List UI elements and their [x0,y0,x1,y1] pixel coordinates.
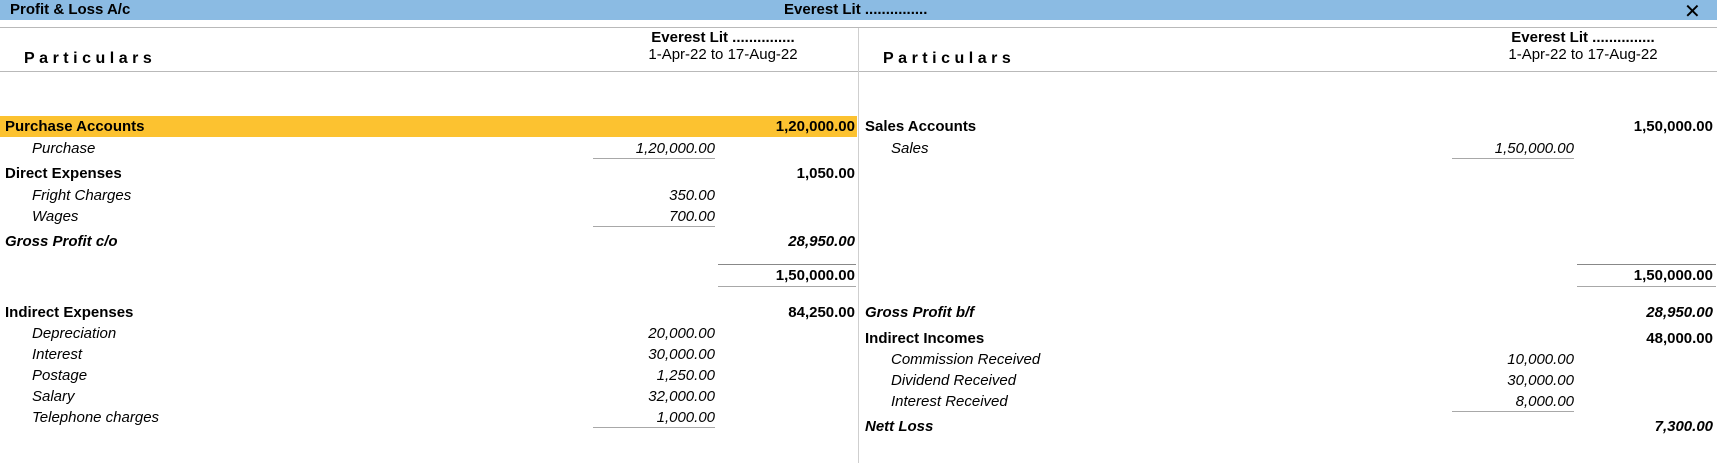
indirect-incomes-label[interactable]: Indirect Incomes [865,330,984,347]
gross-profit-bf-label[interactable]: Gross Profit b/f [865,304,974,321]
indirect-expense-label[interactable]: Postage [32,367,87,384]
indirect-income-label[interactable]: Interest Received [891,393,1008,410]
sales-amount: 1,50,000.00 [1494,140,1574,157]
nett-loss-total: 7,300.00 [1654,418,1713,435]
indirect-income-label[interactable]: Commission Received [891,351,1040,368]
nett-loss-label[interactable]: Nett Loss [865,418,933,435]
right-column-header: Everest Lit ............... 1-Apr-22 to … [1490,29,1676,63]
indirect-incomes-underline [1452,411,1574,412]
purchase-accounts-label[interactable]: Purchase Accounts [5,118,145,135]
direct-expenses-underline [593,226,715,227]
left-period: 1-Apr-22 to 17-Aug-22 [648,46,798,63]
left-column-header: Everest Lit ............... 1-Apr-22 to … [630,29,816,63]
purchase-amount: 1,20,000.00 [635,140,715,157]
left-subtotal: 1,50,000.00 [775,267,855,284]
fright-charges-amount: 350.00 [669,187,715,204]
indirect-expense-amount: 1,000.00 [656,409,715,426]
indirect-income-amount: 8,000.00 [1515,393,1574,410]
left-subtotal-underline [718,286,856,287]
indirect-expense-amount: 1,250.00 [656,367,715,384]
indirect-expenses-total: 84,250.00 [788,304,855,321]
purchase-label[interactable]: Purchase [32,140,95,157]
purchase-accounts-total: 1,20,000.00 [775,118,855,135]
right-subtotal-underline [1577,286,1716,287]
window-title: Profit & Loss A/c [10,1,131,18]
indirect-income-label[interactable]: Dividend Received [891,372,1016,389]
right-subtotal: 1,50,000.00 [1633,267,1713,284]
purchase-underline [593,158,715,159]
indirect-income-amount: 10,000.00 [1507,351,1574,368]
gross-profit-co-label[interactable]: Gross Profit c/o [5,233,118,250]
left-particulars-header: Particulars [24,50,157,67]
wages-amount: 700.00 [669,208,715,225]
indirect-expenses-label[interactable]: Indirect Expenses [5,304,133,321]
sales-accounts-total: 1,50,000.00 [1633,118,1713,135]
sales-label[interactable]: Sales [891,140,929,157]
right-subtotal-line [1577,264,1716,265]
center-divider [858,28,859,463]
fright-charges-label[interactable]: Fright Charges [32,187,131,204]
indirect-expense-label[interactable]: Telephone charges [32,409,159,426]
close-icon[interactable]: ✕ [1684,0,1701,24]
sales-accounts-label[interactable]: Sales Accounts [865,118,976,135]
wages-label[interactable]: Wages [32,208,78,225]
indirect-income-amount: 30,000.00 [1507,372,1574,389]
right-particulars-header: Particulars [883,50,1016,67]
indirect-expense-amount: 32,000.00 [648,388,715,405]
indirect-expense-label[interactable]: Interest [32,346,82,363]
indirect-expense-label[interactable]: Salary [32,388,75,405]
indirect-expense-amount: 20,000.00 [648,325,715,342]
direct-expenses-label[interactable]: Direct Expenses [5,165,122,182]
sales-underline [1452,158,1574,159]
direct-expenses-total: 1,050.00 [796,165,855,182]
indirect-expense-label[interactable]: Depreciation [32,325,116,342]
gross-profit-co-total: 28,950.00 [788,233,855,250]
left-company-name: Everest Lit ............... [651,29,795,46]
indirect-incomes-total: 48,000.00 [1646,330,1713,347]
indirect-expenses-underline [593,427,715,428]
indirect-expense-amount: 30,000.00 [648,346,715,363]
right-period: 1-Apr-22 to 17-Aug-22 [1508,46,1658,63]
right-company-name: Everest Lit ............... [1511,29,1655,46]
title-bar: Profit & Loss A/c Everest Lit ..........… [0,0,1717,23]
gross-profit-bf-total: 28,950.00 [1646,304,1713,321]
left-subtotal-line [718,264,856,265]
company-title: Everest Lit ............... [784,1,928,18]
